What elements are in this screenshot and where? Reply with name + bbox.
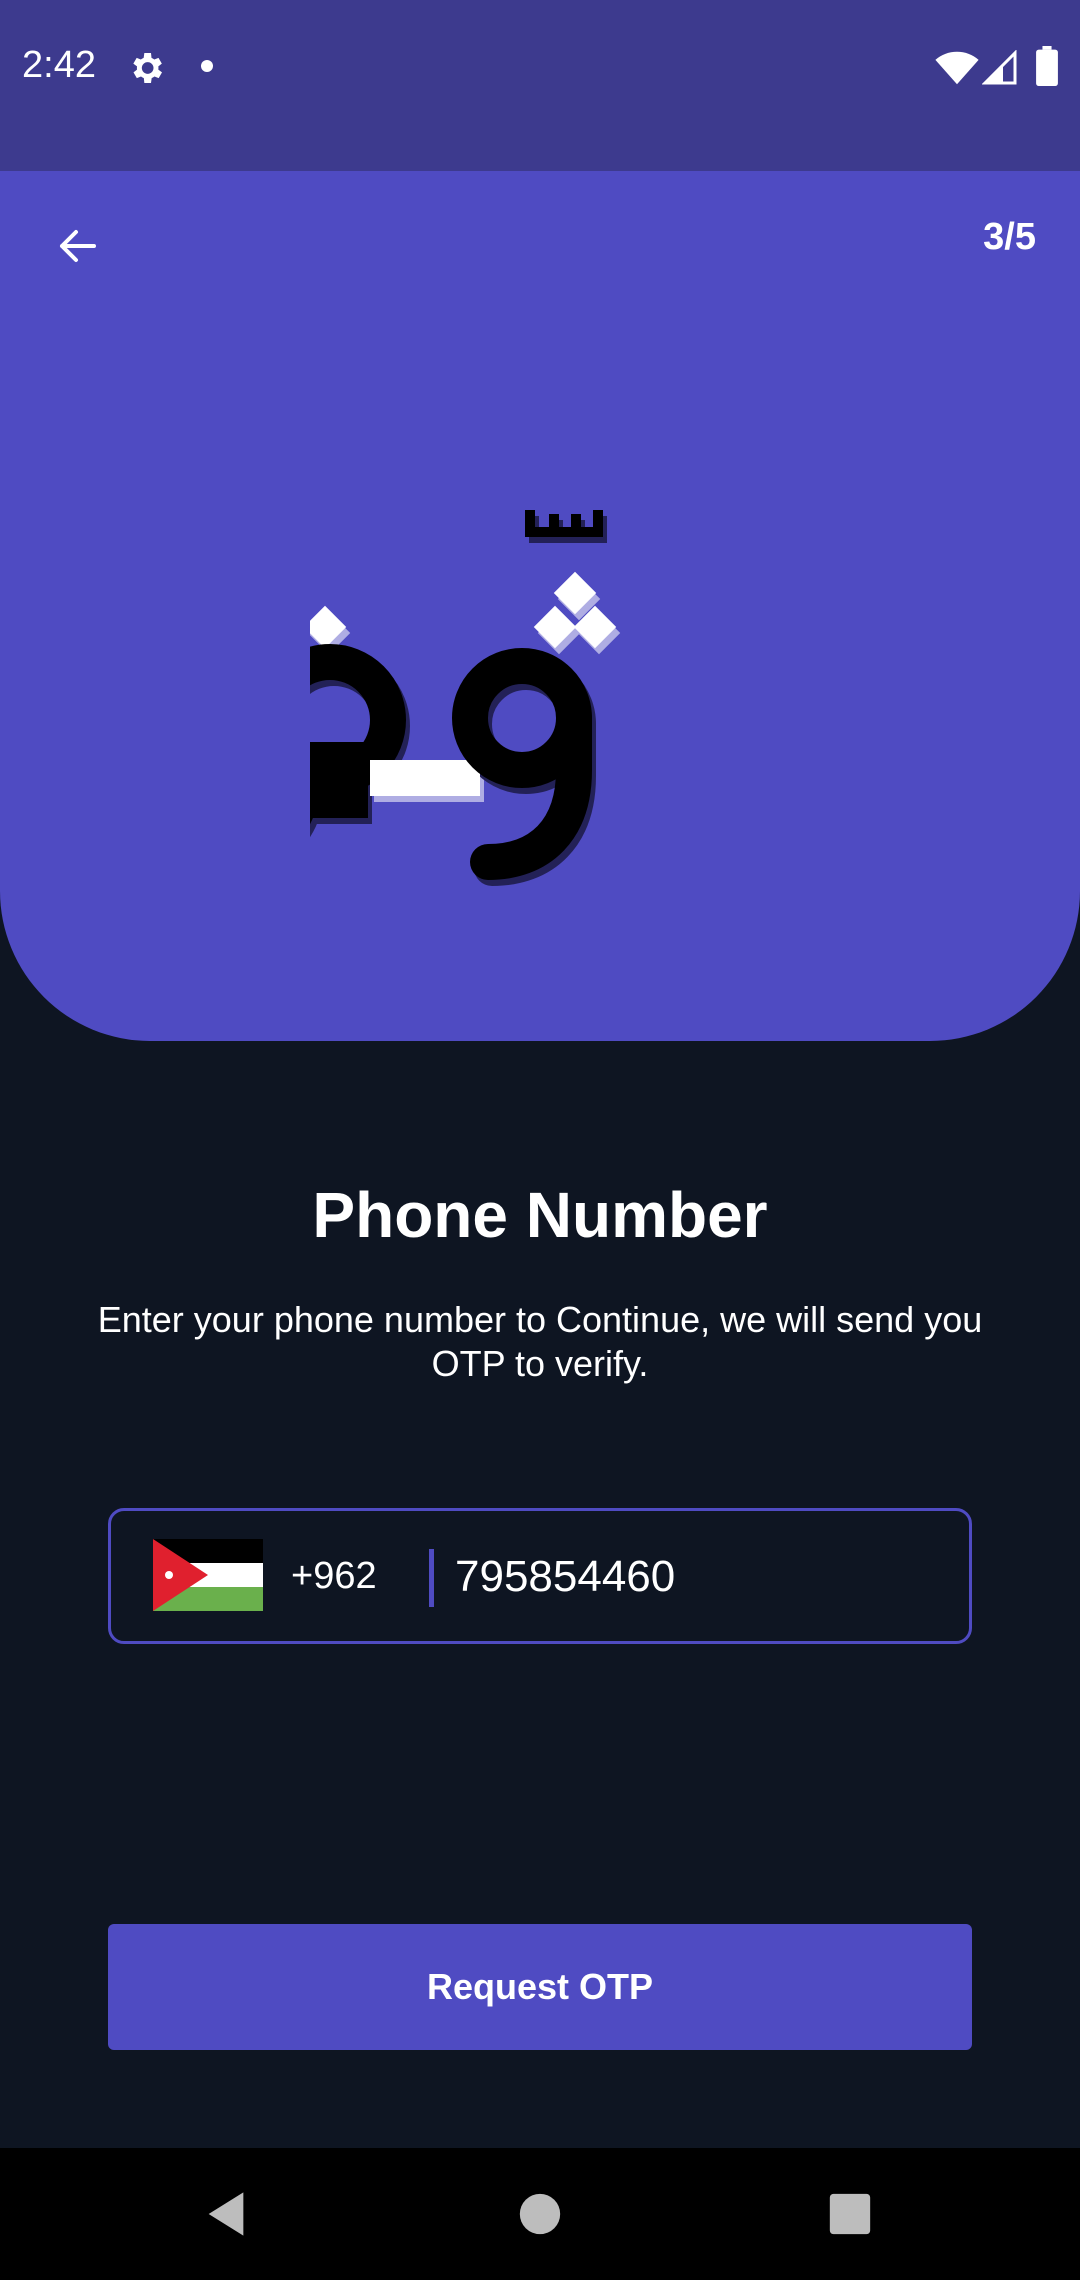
status-bar: 2:42 xyxy=(0,0,1080,171)
request-otp-button[interactable]: Request OTP xyxy=(108,1924,972,2050)
phone-field: +962 xyxy=(108,1508,972,1644)
step-indicator: 3/5 xyxy=(983,216,1036,258)
signal-icon xyxy=(982,50,1017,85)
notification-dot-icon xyxy=(201,60,213,72)
nav-bar xyxy=(0,2148,1080,2280)
arrow-left-icon xyxy=(60,230,96,262)
app-logo xyxy=(310,470,770,890)
nav-recents-icon[interactable] xyxy=(828,2192,872,2236)
battery-icon xyxy=(1036,46,1058,86)
wifi-icon xyxy=(935,51,979,85)
page-title: Phone Number xyxy=(312,1179,768,1251)
back-button[interactable] xyxy=(48,216,108,276)
status-time: 2:42 xyxy=(22,44,96,86)
nav-home-icon[interactable] xyxy=(518,2192,562,2236)
field-divider xyxy=(429,1549,434,1607)
phone-input[interactable] xyxy=(455,1541,935,1613)
jordan-flag-icon[interactable] xyxy=(153,1539,263,1611)
gear-icon xyxy=(133,53,162,83)
nav-back-icon[interactable] xyxy=(200,2188,252,2240)
country-code[interactable]: +962 xyxy=(291,1555,377,1598)
page-subtitle: Enter your phone number to Continue, we … xyxy=(97,1299,983,1384)
